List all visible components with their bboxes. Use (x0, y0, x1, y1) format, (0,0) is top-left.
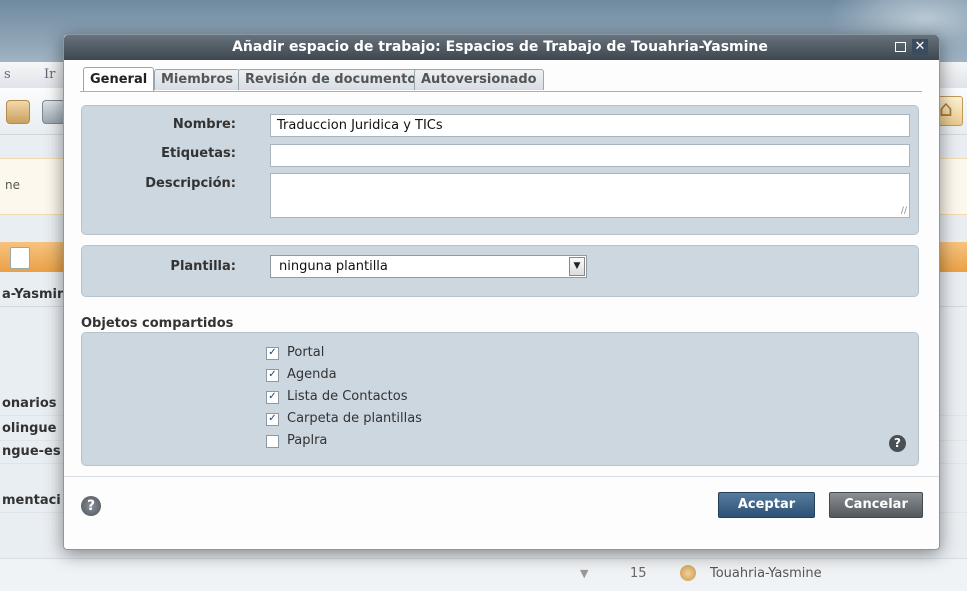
tab-document-review[interactable]: Revisión de documento (238, 69, 424, 90)
template-label: Plantilla: (170, 259, 236, 274)
list-item-label: olingue (2, 421, 57, 436)
notice-text: ne (5, 178, 20, 192)
shared-objects-panel: ✓ Portal ✓ Agenda ✓ Lista de Contactos ✓… (81, 332, 919, 466)
status-bar: ▼ 15 Touahria-Yasmine (0, 558, 967, 591)
checkbox-label: Lista de Contactos (287, 389, 408, 404)
general-fields-panel: Nombre: Traduccion Juridica y TICs Etiqu… (81, 105, 919, 235)
checkbox-checked-icon[interactable]: ✓ (266, 413, 279, 426)
checkbox-checked-icon[interactable]: ✓ (266, 347, 279, 360)
tab-divider (80, 91, 922, 92)
checkbox-label: Carpeta de plantillas (287, 411, 422, 426)
description-label: Descripción: (145, 176, 236, 191)
template-panel: Plantilla: ninguna plantilla ▼ (81, 245, 919, 297)
tags-field[interactable] (270, 144, 910, 167)
list-item-label: ngue-es (2, 444, 61, 459)
template-select-value: ninguna plantilla (279, 259, 388, 274)
template-select[interactable]: ninguna plantilla ▼ (270, 255, 587, 278)
accept-button[interactable]: Aceptar (718, 492, 815, 518)
tab-members[interactable]: Miembros (154, 69, 241, 90)
maximize-icon[interactable] (892, 39, 908, 55)
status-user: Touahria-Yasmine (710, 566, 822, 581)
tab-autoversioning[interactable]: Autoversionado (414, 69, 544, 90)
chevron-down-icon[interactable]: ▼ (569, 257, 585, 276)
dialog-title: Añadir espacio de trabajo: Espacios de T… (232, 39, 768, 55)
close-icon[interactable]: ✕ (912, 39, 928, 55)
help-icon[interactable]: ? (889, 435, 906, 452)
tab-general[interactable]: General (83, 67, 155, 91)
checkbox-checked-icon[interactable]: ✓ (266, 391, 279, 404)
list-item-label: onarios (2, 396, 57, 411)
checkbox-checked-icon[interactable]: ✓ (266, 369, 279, 382)
name-field[interactable]: Traduccion Juridica y TICs (270, 114, 910, 137)
status-count: 15 (630, 566, 647, 581)
menu-item[interactable]: Ir (44, 67, 55, 82)
footer-divider (64, 476, 939, 477)
cancel-button[interactable]: Cancelar (829, 492, 923, 518)
name-label: Nombre: (172, 117, 236, 132)
resize-grip-icon[interactable]: // (901, 206, 907, 216)
checkbox-label: Paplra (287, 433, 328, 448)
dialog-titlebar[interactable]: Añadir espacio de trabajo: Espacios de T… (64, 35, 939, 60)
checkbox-label: Agenda (287, 367, 337, 382)
list-item-label: mentaci (2, 493, 61, 508)
description-field[interactable]: // (270, 173, 910, 218)
shared-objects-title: Objetos compartidos (81, 316, 234, 331)
checkbox-unchecked-icon[interactable] (266, 435, 279, 448)
user-group-icon (680, 565, 696, 581)
tags-label: Etiquetas: (161, 146, 236, 161)
document-icon[interactable] (10, 247, 30, 269)
add-workspace-dialog: Añadir espacio de trabajo: Espacios de T… (63, 34, 940, 550)
menu-item[interactable]: s (4, 67, 11, 82)
checkbox-label: Portal (287, 345, 325, 360)
tree-title: a-Yasmin (2, 287, 67, 302)
dialog-help-icon[interactable]: ? (81, 496, 101, 516)
sort-down-icon[interactable]: ▼ (580, 567, 588, 580)
toolbar-add-icon[interactable] (6, 100, 30, 124)
